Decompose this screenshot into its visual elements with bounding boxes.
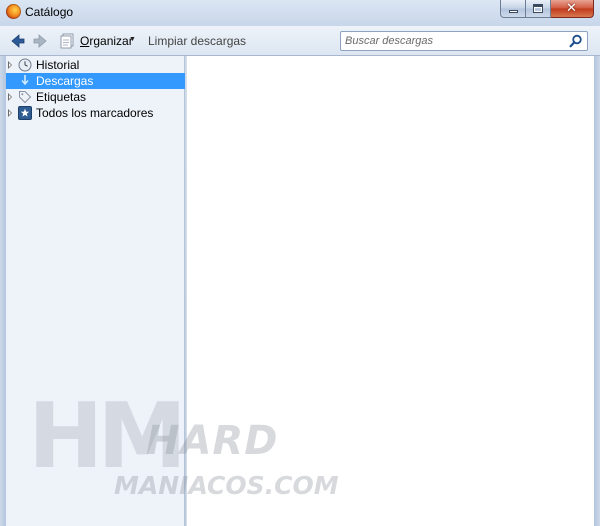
downloads-list[interactable] (186, 56, 594, 526)
sidebar-item-label: Descargas (36, 74, 94, 88)
maximize-button[interactable] (526, 0, 551, 18)
minimize-icon (509, 10, 518, 13)
sidebar-item-label: Etiquetas (36, 90, 87, 104)
minimize-button[interactable] (500, 0, 526, 18)
window-frame-right (594, 56, 600, 526)
firefox-icon (6, 4, 21, 19)
maximize-icon (533, 4, 543, 13)
close-icon: ✕ (566, 0, 577, 15)
back-button[interactable] (10, 33, 26, 49)
title-bar[interactable]: Catálogo ✕ (0, 0, 600, 26)
sidebar-item-etiquetas[interactable]: Etiquetas (6, 89, 185, 105)
library-sidebar: Historial Descargas Etiquetas Todos los … (6, 56, 185, 526)
sidebar-item-historial[interactable]: Historial (6, 57, 185, 73)
download-icon (21, 75, 29, 86)
star-icon (18, 106, 32, 120)
sidebar-item-descargas[interactable]: Descargas (6, 73, 185, 89)
expand-arrow-icon[interactable] (8, 93, 12, 101)
search-input[interactable] (341, 32, 566, 50)
sidebar-item-todos-los-marcadores[interactable]: Todos los marcadores (6, 105, 185, 121)
back-arrow-icon (11, 34, 25, 48)
clear-downloads-button[interactable]: Limpiar descargas (148, 34, 246, 48)
organize-accesskey: O (80, 34, 90, 48)
tag-icon (19, 91, 32, 104)
organize-menu-button[interactable]: Organizar (80, 34, 133, 48)
close-button[interactable]: ✕ (551, 0, 594, 18)
clock-icon (18, 58, 32, 72)
forward-button[interactable] (32, 33, 48, 49)
search-icon[interactable] (569, 34, 583, 48)
expand-arrow-icon[interactable] (8, 61, 12, 69)
forward-arrow-icon (33, 34, 47, 48)
organize-icon (60, 33, 74, 49)
sidebar-item-label: Todos los marcadores (36, 106, 154, 120)
chevron-down-icon: ▼ (129, 36, 136, 43)
window-title: Catálogo (25, 5, 74, 19)
toolbar: Organizar ▼ Limpiar descargas (0, 26, 600, 56)
search-box (340, 31, 588, 51)
organize-label: rganizar (89, 34, 133, 48)
window-controls: ✕ (500, 0, 594, 18)
expand-arrow-icon[interactable] (8, 109, 12, 117)
sidebar-item-label: Historial (36, 58, 80, 72)
